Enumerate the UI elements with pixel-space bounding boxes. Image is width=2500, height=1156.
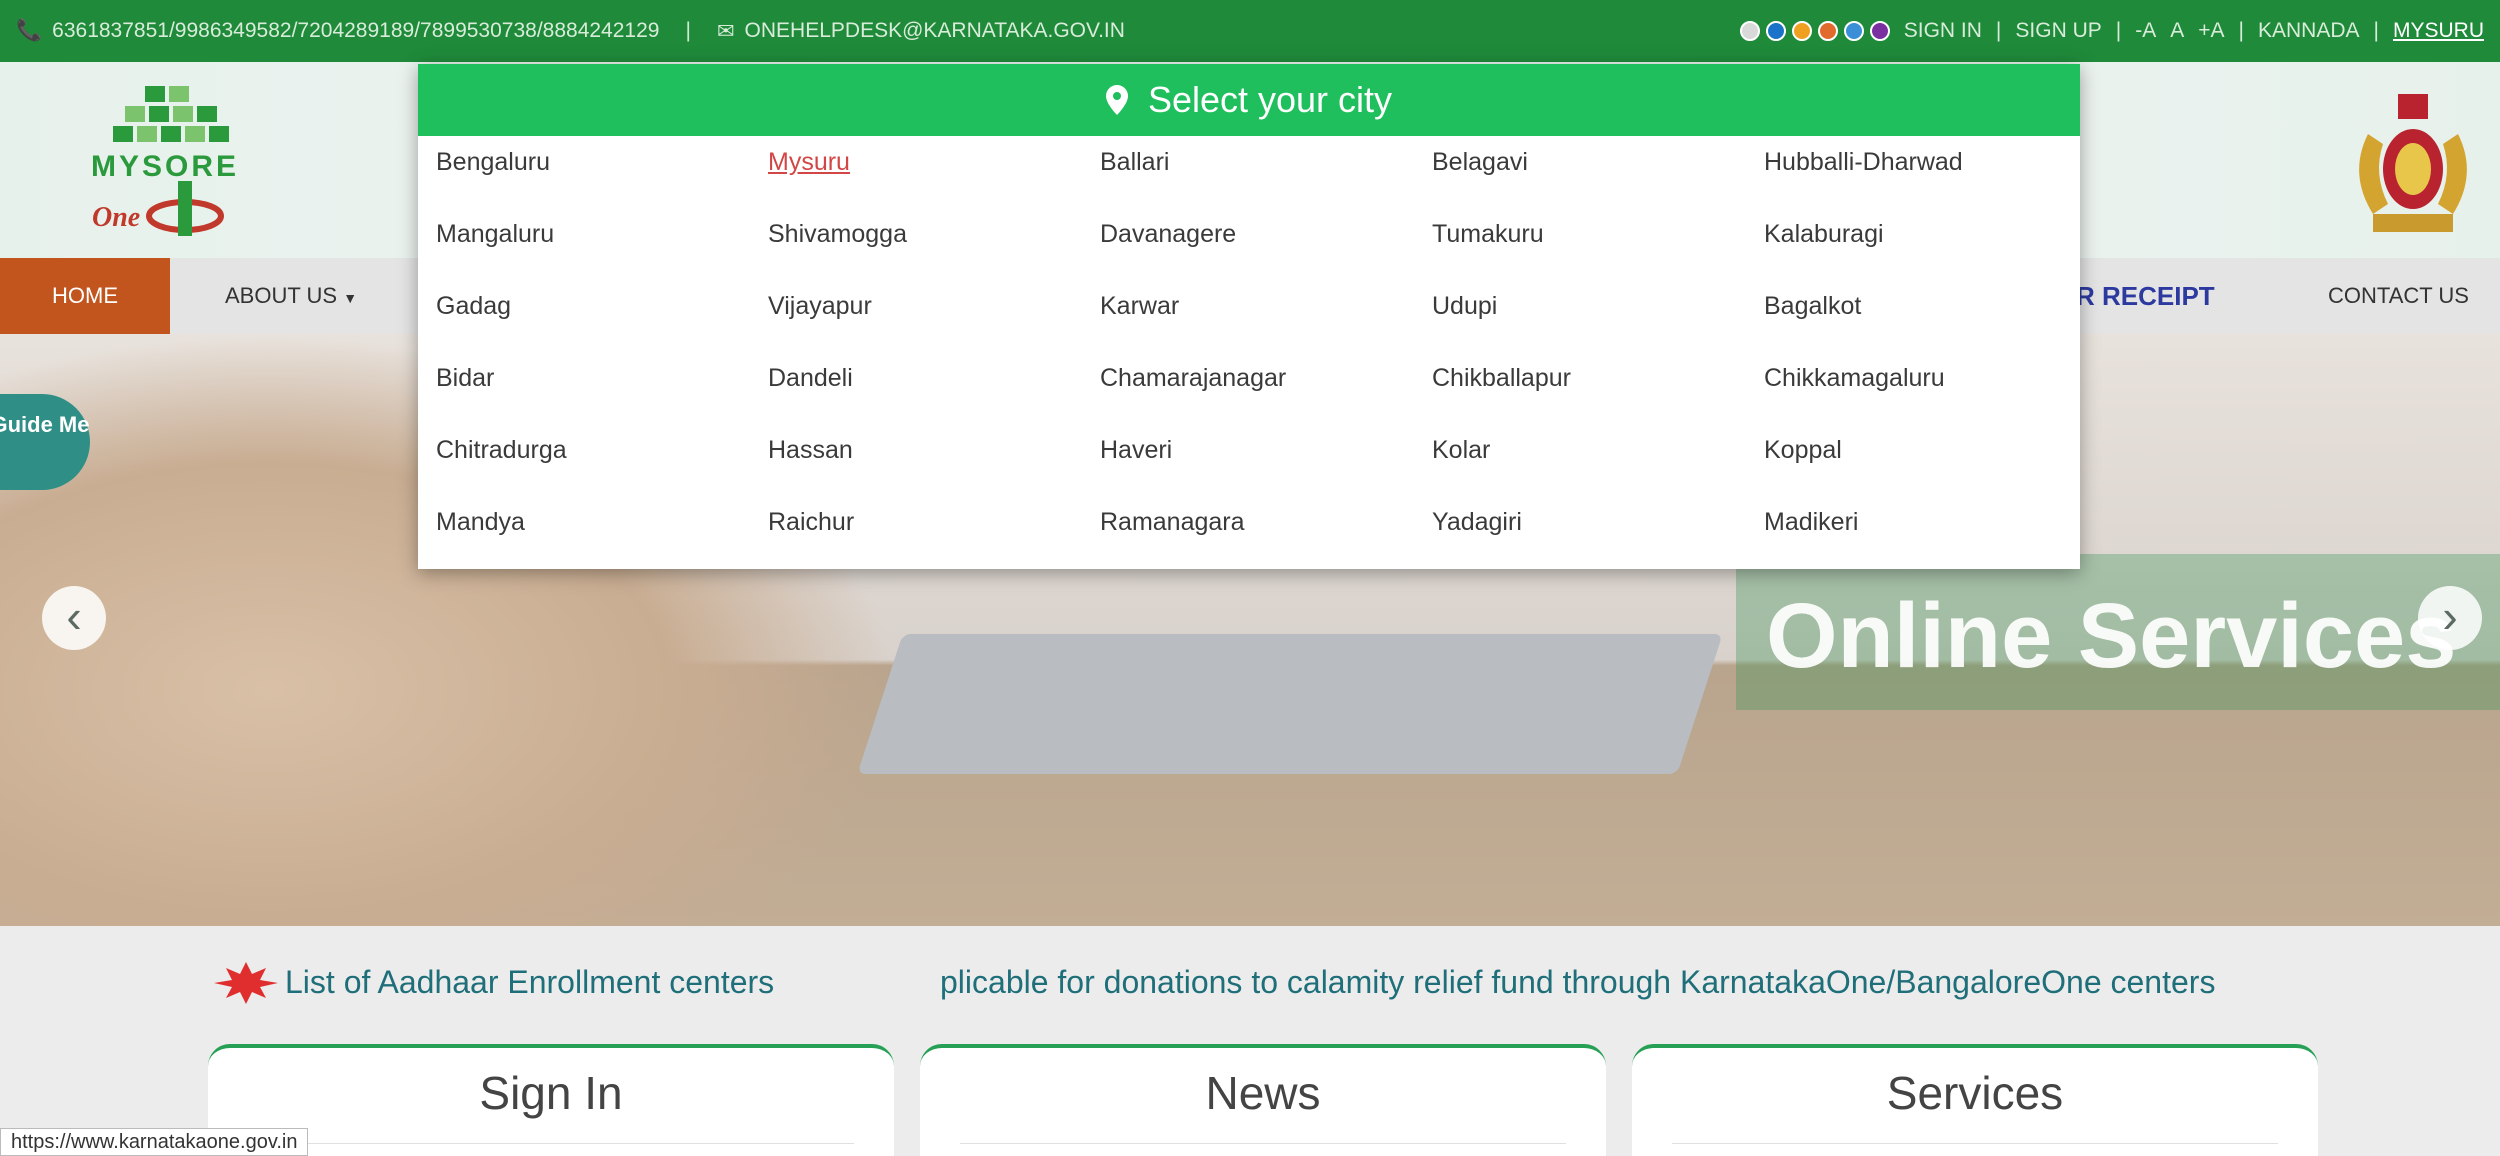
browser-status-url: https://www.karnatakaone.gov.in: [0, 1128, 309, 1156]
nav-about-label: ABOUT US: [225, 283, 338, 308]
sign-up-link[interactable]: SIGN UP: [2015, 19, 2101, 43]
mail-icon: ✉: [716, 19, 735, 43]
chevron-right-icon: ›: [2442, 590, 2458, 642]
nav-contact-us[interactable]: CONTACT US: [2328, 258, 2469, 334]
announcement-marquee: List of Aadhaar Enrollment centers plica…: [0, 926, 2500, 1046]
city-option[interactable]: Belagavi: [1432, 148, 1528, 177]
divider: |: [2115, 19, 2122, 42]
theme-color-switcher: [1739, 21, 1890, 41]
city-option[interactable]: Davanagere: [1100, 220, 1236, 249]
nav-about-us[interactable]: ABOUT US ▼: [225, 258, 357, 334]
city-option[interactable]: Ballari: [1100, 148, 1169, 177]
new-badge-icon: [214, 962, 278, 1004]
city-option[interactable]: Chikkamagaluru: [1764, 364, 1945, 393]
city-option[interactable]: Mandya: [436, 508, 525, 537]
city-option[interactable]: Madikeri: [1764, 508, 1858, 537]
theme-color-dot[interactable]: [1739, 21, 1760, 41]
top-right-controls: SIGN IN | SIGN UP | -A A +A | KANNADA | …: [1739, 19, 2484, 43]
mysore-one-logo[interactable]: MYSORE One: [70, 76, 260, 246]
helpdesk-email[interactable]: ONEHELPDESK@KARNATAKA.GOV.IN: [745, 19, 1125, 43]
news-card-title: News: [1205, 1067, 1321, 1119]
divider: |: [2238, 19, 2244, 42]
language-toggle[interactable]: KANNADA: [2258, 19, 2360, 43]
sign-in-card-title: Sign In: [479, 1067, 623, 1119]
city-option[interactable]: Bengaluru: [436, 148, 550, 177]
font-reset-button[interactable]: A: [2170, 19, 2184, 43]
city-option[interactable]: Bagalkot: [1764, 292, 1861, 321]
divider: |: [2373, 19, 2379, 42]
city-option[interactable]: Karwar: [1100, 292, 1179, 321]
city-option[interactable]: Raichur: [768, 508, 854, 537]
city-option[interactable]: Chitradurga: [436, 436, 567, 465]
city-option[interactable]: Bidar: [436, 364, 494, 393]
city-option[interactable]: Mangaluru: [436, 220, 554, 249]
nav-receipt[interactable]: R RECEIPT: [2076, 258, 2215, 334]
city-option[interactable]: Hassan: [768, 436, 853, 465]
hero-image-laptop: [857, 634, 1723, 774]
city-modal-header: Select your city: [418, 64, 2080, 136]
city-option[interactable]: Kolar: [1432, 436, 1490, 465]
map-pin-icon: [1105, 85, 1128, 115]
marquee-link-donations[interactable]: plicable for donations to calamity relie…: [940, 964, 2215, 1001]
svg-text:MYSORE: MYSORE: [91, 150, 239, 183]
city-option[interactable]: Gadag: [436, 292, 511, 321]
divider: |: [685, 19, 691, 42]
helpline-numbers: 6361837851/9986349582/7204289189/7899530…: [52, 19, 660, 42]
city-modal-title: Select your city: [1147, 79, 1393, 120]
city-option[interactable]: Koppal: [1764, 436, 1842, 465]
carousel-prev-button[interactable]: ‹: [42, 586, 106, 650]
theme-color-dot[interactable]: [1765, 21, 1786, 41]
city-option[interactable]: Udupi: [1432, 292, 1497, 321]
sign-in-card: Sign In: [208, 1044, 894, 1156]
city-option[interactable]: Hubballi-Dharwad: [1764, 148, 1963, 177]
carousel-next-button[interactable]: ›: [2418, 586, 2482, 650]
theme-color-dot[interactable]: [1791, 21, 1812, 41]
city-option[interactable]: Shivamogga: [768, 220, 907, 249]
caret-down-icon: ▼: [343, 290, 358, 306]
city-option[interactable]: Mysuru: [768, 148, 850, 177]
guide-me-label: Guide Me: [0, 412, 90, 437]
city-option[interactable]: Dandeli: [768, 364, 853, 393]
city-option[interactable]: Tumakuru: [1432, 220, 1544, 249]
services-card-title: Services: [1886, 1067, 2064, 1119]
theme-color-dot[interactable]: [1869, 21, 1890, 41]
city-option[interactable]: Haveri: [1100, 436, 1172, 465]
city-option[interactable]: Kalaburagi: [1764, 220, 1884, 249]
svg-text:One: One: [92, 202, 140, 233]
hero-banner-title: Online Services: [1766, 585, 2457, 687]
divider: [248, 1143, 854, 1144]
font-increase-button[interactable]: +A: [2198, 19, 2224, 43]
city-option[interactable]: Vijayapur: [768, 292, 872, 321]
karnataka-emblem: [2359, 94, 2467, 232]
news-card: News: [920, 1044, 1606, 1156]
city-selector-link[interactable]: MYSURU: [2393, 19, 2484, 43]
font-decrease-button[interactable]: -A: [2135, 19, 2156, 43]
sign-in-link[interactable]: SIGN IN: [1904, 19, 1982, 43]
nav-home[interactable]: HOME: [0, 258, 170, 334]
chevron-left-icon: ‹: [66, 590, 82, 642]
top-bar: 📞 6361837851/9986349582/7204289189/78995…: [0, 0, 2500, 62]
services-card: Services: [1632, 1044, 2318, 1156]
divider: [960, 1143, 1566, 1144]
theme-color-dot[interactable]: [1843, 21, 1864, 41]
marquee-link-aadhaar[interactable]: List of Aadhaar Enrollment centers: [285, 964, 774, 1001]
divider: [1672, 1143, 2278, 1144]
phone-icon: 📞: [16, 19, 43, 42]
city-option[interactable]: Yadagiri: [1432, 508, 1522, 537]
city-select-modal: Select your city Bengaluru Mysuru Ballari B…: [418, 64, 2080, 569]
divider: |: [1995, 19, 2002, 42]
city-option[interactable]: Chamarajanagar: [1100, 364, 1286, 393]
city-option[interactable]: Chikballapur: [1432, 364, 1571, 393]
city-option[interactable]: Ramanagara: [1100, 508, 1245, 537]
theme-color-dot[interactable]: [1817, 21, 1838, 41]
